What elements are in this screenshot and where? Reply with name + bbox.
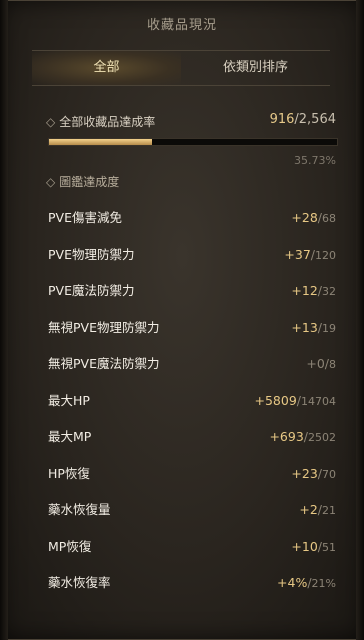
stat-current: +693 bbox=[269, 429, 304, 444]
stat-current: +4% bbox=[277, 575, 308, 590]
stat-value: +13/19 bbox=[291, 316, 336, 341]
stat-row: PVE魔法防禦力 +12/32 bbox=[48, 279, 336, 303]
codex-section-header[interactable]: ◇ 圖鑑達成度 bbox=[46, 173, 119, 190]
stat-current: +10 bbox=[291, 538, 318, 554]
diamond-bullet-icon: ◇ bbox=[46, 115, 56, 129]
stat-current: +2 bbox=[299, 502, 318, 517]
stat-label: 無視PVE物理防禦力 bbox=[48, 319, 160, 335]
stat-max: 14704 bbox=[301, 394, 336, 408]
stat-value: +5809/14704 bbox=[254, 389, 336, 414]
stat-list[interactable]: PVE傷害減免 +28/68 PVE物理防禦力 +37/120 PVE魔法防禦力 +12/… bbox=[40, 192, 340, 604]
stat-value: +0/8 bbox=[306, 352, 336, 377]
stat-label: 無視PVE魔法防禦力 bbox=[48, 356, 160, 371]
stat-label: PVE魔法防禦力 bbox=[48, 283, 135, 298]
achievement-progress-bar bbox=[48, 138, 338, 146]
tab-bar: 全部 依類別排序 bbox=[32, 50, 330, 86]
stat-row: 最大HP +5809/14704 bbox=[48, 389, 336, 413]
panel-edge-right bbox=[356, 0, 364, 640]
stat-value: +693/2502 bbox=[269, 425, 336, 450]
panel-title: 收藏品現況 bbox=[146, 18, 217, 33]
stat-max: 70 bbox=[322, 467, 336, 481]
codex-section-label: 圖鑑達成度 bbox=[59, 175, 120, 189]
stat-row: PVE傷害減免 +28/68 bbox=[48, 206, 336, 230]
stat-max: 51 bbox=[322, 540, 336, 554]
stat-label: 藥水恢復量 bbox=[48, 502, 111, 517]
stat-value: +10/51 bbox=[291, 535, 336, 560]
stat-current: +0 bbox=[306, 356, 325, 371]
stat-value: +4%/21% bbox=[277, 571, 336, 596]
collection-status-panel: 收藏品現況 全部 依類別排序 ◇ 全部收藏品達成率 916/2,564 35.73… bbox=[0, 0, 364, 640]
stat-max: 120 bbox=[315, 248, 336, 262]
stat-row: PVE物理防禦力 +37/120 bbox=[48, 243, 336, 267]
stat-label: PVE傷害減免 bbox=[48, 210, 122, 225]
stat-max: 21 bbox=[322, 504, 336, 517]
stat-row: HP恢復 +23/70 bbox=[48, 462, 336, 486]
stat-row: MP恢復 +10/51 bbox=[48, 535, 336, 559]
total-achievement-count: 916/2,564 bbox=[270, 112, 336, 127]
stat-label: 最大MP bbox=[48, 429, 92, 444]
stat-max: 8 bbox=[329, 358, 336, 371]
stat-row: 藥水恢復量 +2/21 bbox=[48, 498, 336, 522]
total-achievement-label: ◇ 全部收藏品達成率 bbox=[46, 113, 155, 130]
tab-all[interactable]: 全部 bbox=[32, 51, 181, 85]
achievement-percent: 35.73% bbox=[294, 154, 336, 167]
panel-edge-left bbox=[0, 0, 8, 640]
stat-value: +2/21 bbox=[299, 498, 336, 523]
stat-current: +13 bbox=[291, 319, 318, 335]
diamond-bullet-icon: ◇ bbox=[46, 175, 56, 189]
stat-max: 19 bbox=[322, 321, 336, 335]
collected-count: 916 bbox=[269, 112, 295, 127]
stat-row: 藥水恢復率 +4%/21% bbox=[48, 571, 336, 595]
stat-value: +12/32 bbox=[291, 279, 336, 304]
stat-current: +5809 bbox=[254, 392, 297, 408]
stat-max: 32 bbox=[322, 285, 336, 298]
stat-current: +12 bbox=[291, 283, 318, 298]
stat-label: MP恢復 bbox=[48, 538, 92, 554]
total-achievement-text: 全部收藏品達成率 bbox=[59, 115, 156, 129]
stat-row: 最大MP +693/2502 bbox=[48, 425, 336, 449]
achievement-progress-fill bbox=[49, 139, 152, 145]
total-count: 2,564 bbox=[298, 112, 336, 127]
stat-label: PVE物理防禦力 bbox=[48, 246, 135, 262]
stat-label: 最大HP bbox=[48, 392, 90, 408]
stat-row: 無視PVE物理防禦力 +13/19 bbox=[48, 316, 336, 340]
stat-current: +28 bbox=[291, 210, 318, 225]
stat-current: +37 bbox=[284, 246, 311, 262]
tab-by-category[interactable]: 依類別排序 bbox=[181, 51, 330, 85]
stat-max: 21% bbox=[311, 577, 336, 590]
stat-max: 2502 bbox=[308, 431, 336, 444]
stat-current: +23 bbox=[291, 465, 318, 481]
stat-label: 藥水恢復率 bbox=[48, 575, 111, 590]
stat-max: 68 bbox=[322, 212, 336, 225]
stat-row: 無視PVE魔法防禦力 +0/8 bbox=[48, 352, 336, 376]
stat-value: +23/70 bbox=[291, 462, 336, 487]
stat-value: +28/68 bbox=[291, 206, 336, 231]
stat-label: HP恢復 bbox=[48, 465, 90, 481]
stat-value: +37/120 bbox=[284, 243, 336, 268]
